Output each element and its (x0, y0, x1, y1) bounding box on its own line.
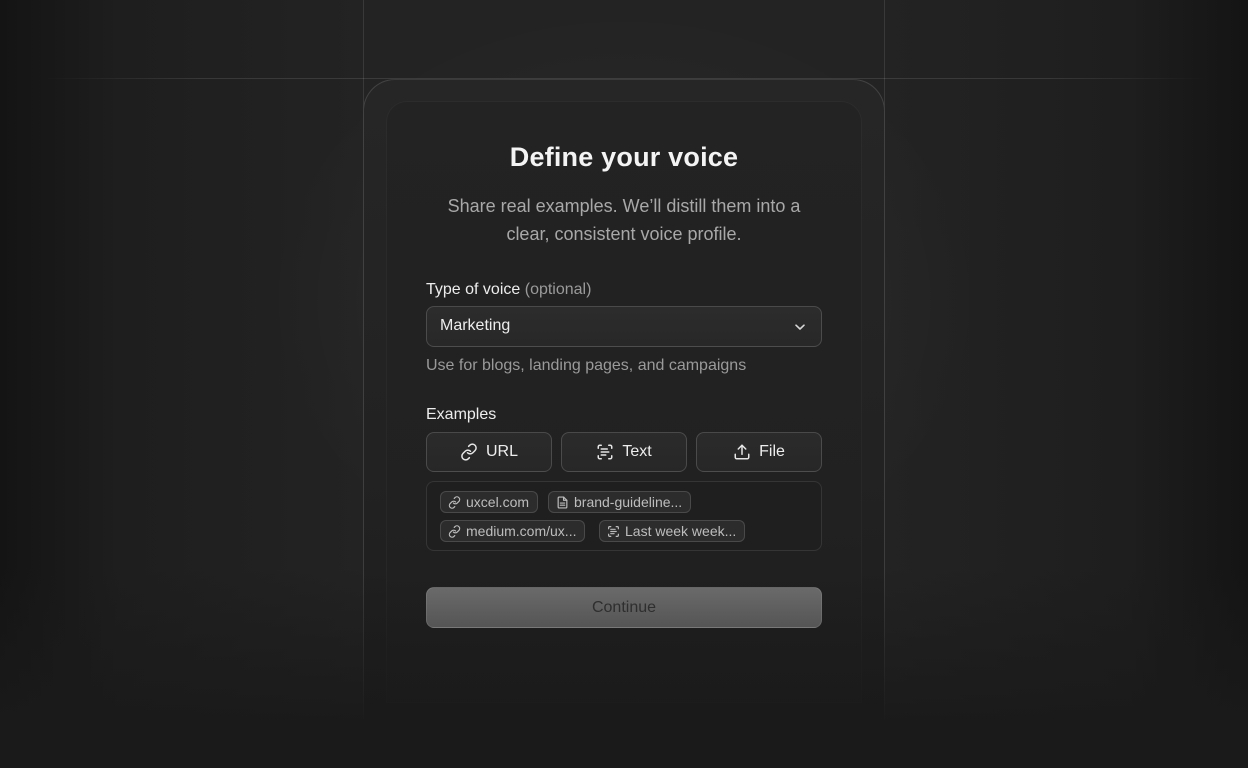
example-chip[interactable]: brand-guideline... (548, 491, 692, 513)
voice-type-helper-text: Use for blogs, landing pages, and campai… (426, 357, 747, 374)
example-chip-label: uxcel.com (466, 494, 530, 510)
link-icon (448, 524, 461, 538)
page-title: Define your voice (509, 142, 739, 172)
text-scan-icon (608, 525, 619, 537)
document-icon (557, 495, 568, 509)
voice-type-label: Type of voice (optional) (426, 281, 591, 299)
example-type-buttons: URL Text File (426, 432, 822, 472)
chevron-down-icon (795, 324, 805, 330)
example-chip-label: Last week week... (625, 523, 737, 539)
example-chip[interactable]: medium.com/ux... (440, 520, 586, 542)
add-file-button-label: File (759, 443, 785, 460)
examples-list: uxcel.com brand-guideline... medium.com/… (426, 481, 822, 551)
continue-button[interactable]: Continue (426, 587, 822, 628)
example-chip-label: medium.com/ux... (466, 523, 577, 539)
voice-type-label-text: Type of voice (426, 281, 521, 298)
example-chip[interactable]: Last week week... (599, 520, 746, 542)
example-chip-label: brand-guideline... (574, 494, 683, 510)
add-text-button-label: Text (622, 443, 652, 460)
voice-type-selected-value: Marketing (440, 317, 511, 334)
examples-label: Examples (426, 406, 497, 423)
add-url-button-label: URL (485, 443, 518, 460)
link-icon (448, 495, 461, 509)
add-url-button[interactable]: URL (426, 432, 552, 472)
upload-icon (734, 444, 750, 460)
voice-type-select[interactable]: Marketing (426, 306, 822, 347)
link-icon (461, 443, 477, 461)
add-file-button[interactable]: File (696, 432, 822, 472)
text-scan-icon (597, 444, 613, 460)
optional-label: (optional) (524, 281, 592, 298)
page-subtitle: Share real examples. We’ll distill them … (447, 196, 801, 244)
example-chip[interactable]: uxcel.com (440, 491, 539, 513)
add-text-button[interactable]: Text (561, 432, 687, 472)
